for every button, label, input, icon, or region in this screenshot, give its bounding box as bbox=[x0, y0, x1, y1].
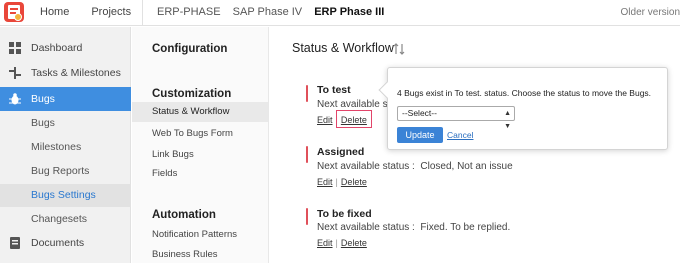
sidebar-subitem-bugs[interactable]: Bugs bbox=[0, 112, 131, 135]
settings-link-web-to-bugs-form[interactable]: Web To Bugs Form bbox=[152, 128, 233, 139]
sidebar-subitem-label: Milestones bbox=[31, 141, 82, 153]
older-version-link[interactable]: Older version bbox=[621, 7, 680, 18]
sidebar-item-label: Documents bbox=[31, 237, 85, 249]
top-nav: Home Projects bbox=[40, 6, 153, 18]
project-tab-erp-phase-iii[interactable]: ERP Phase III bbox=[314, 6, 384, 18]
status-name: Assigned bbox=[317, 146, 365, 158]
sidebar-item-documents[interactable]: Documents bbox=[0, 231, 131, 255]
status-next-line: Next available status : Closed, Not an i… bbox=[317, 161, 513, 172]
update-button[interactable]: Update bbox=[397, 127, 443, 143]
sidebar-item-label: Dashboard bbox=[31, 42, 83, 54]
section-title-customization: Customization bbox=[152, 88, 232, 100]
status-select[interactable]: --Select-- ▲ ▼ bbox=[397, 106, 515, 130]
sort-icon[interactable] bbox=[393, 43, 405, 55]
sidebar-item-dashboard[interactable]: Dashboard bbox=[0, 36, 131, 60]
settings-link-notification-patterns[interactable]: Notification Patterns bbox=[152, 229, 237, 240]
status-actions: Edit | Delete bbox=[317, 238, 367, 248]
popover-arrow bbox=[378, 81, 396, 99]
delete-link[interactable]: Delete bbox=[341, 238, 367, 248]
sidebar-subitem-label: Bugs Settings bbox=[31, 189, 96, 201]
section-title-automation: Automation bbox=[152, 209, 216, 221]
sidebar-subitem-label: Changesets bbox=[31, 213, 88, 225]
status-color-bar bbox=[306, 85, 308, 102]
edit-link[interactable]: Edit bbox=[317, 177, 333, 187]
nav-home[interactable]: Home bbox=[40, 6, 69, 18]
status-next-line: Next available status : Fixed. To be rep… bbox=[317, 222, 510, 233]
settings-link-link-bugs[interactable]: Link Bugs bbox=[152, 149, 194, 160]
sidebar-subitem-bugs-settings[interactable]: Bugs Settings bbox=[0, 184, 131, 207]
popover-message: 4 Bugs exist in To test. status. Choose … bbox=[397, 88, 652, 98]
status-color-bar bbox=[306, 208, 308, 225]
status-next-value: Closed, Not an issue bbox=[420, 161, 513, 172]
delete-status-popover: 4 Bugs exist in To test. status. Choose … bbox=[378, 67, 668, 150]
top-bar: Home Projects ERP-PHASE SAP Phase IV ERP … bbox=[0, 0, 680, 26]
status-next-value: Fixed. To be replied. bbox=[420, 222, 511, 233]
settings-link-status-workflow[interactable]: Status & Workflow bbox=[132, 102, 268, 122]
sidebar-subitem-label: Bug Reports bbox=[31, 165, 90, 177]
grid-icon bbox=[9, 42, 21, 54]
top-divider bbox=[142, 0, 143, 26]
documents-icon bbox=[10, 237, 20, 249]
status-select-value: --Select-- bbox=[402, 108, 437, 118]
project-tab-sap-phase-iv[interactable]: SAP Phase IV bbox=[233, 6, 303, 18]
status-next-label: Next available status : bbox=[317, 222, 415, 233]
page-title: Status & Workflow bbox=[292, 41, 394, 55]
status-name: To be fixed bbox=[317, 208, 372, 220]
nav-projects[interactable]: Projects bbox=[91, 6, 131, 18]
sidebar: Dashboard Tasks & Milestones Bugs Bugs M… bbox=[0, 27, 131, 263]
project-tab-erp-phase[interactable]: ERP-PHASE bbox=[157, 6, 221, 18]
status-name: To test bbox=[317, 84, 351, 96]
settings-menu: Configuration Customization Status & Wor… bbox=[132, 27, 269, 263]
sidebar-item-label: Tasks & Milestones bbox=[31, 67, 121, 79]
settings-link-business-rules[interactable]: Business Rules bbox=[152, 249, 217, 260]
sidebar-item-bugs[interactable]: Bugs bbox=[0, 87, 131, 111]
bug-icon bbox=[9, 93, 21, 105]
app-logo-icon[interactable] bbox=[4, 2, 24, 22]
updown-caret-icon: ▲ ▼ bbox=[504, 110, 511, 130]
settings-link-fields[interactable]: Fields bbox=[152, 168, 177, 179]
delete-link[interactable]: Delete bbox=[341, 177, 367, 187]
section-title-configuration: Configuration bbox=[152, 43, 228, 55]
edit-link[interactable]: Edit bbox=[317, 238, 333, 248]
sidebar-subitem-bug-reports[interactable]: Bug Reports bbox=[0, 160, 131, 183]
sidebar-item-label: Bugs bbox=[31, 93, 55, 105]
edit-link[interactable]: Edit bbox=[317, 115, 333, 125]
project-nav: ERP-PHASE SAP Phase IV ERP Phase III bbox=[157, 6, 393, 18]
delete-highlight-box bbox=[336, 110, 372, 128]
status-color-bar bbox=[306, 146, 308, 163]
sidebar-subitem-changesets[interactable]: Changesets bbox=[0, 208, 131, 231]
sidebar-subitem-milestones[interactable]: Milestones bbox=[0, 136, 131, 159]
status-next-label: Next available status : bbox=[317, 161, 415, 172]
sidebar-item-tasks-milestones[interactable]: Tasks & Milestones bbox=[0, 61, 131, 85]
tasks-icon bbox=[9, 67, 21, 79]
sidebar-subitem-label: Bugs bbox=[31, 117, 55, 129]
status-actions: Edit | Delete bbox=[317, 177, 367, 187]
cancel-link[interactable]: Cancel bbox=[447, 130, 473, 140]
